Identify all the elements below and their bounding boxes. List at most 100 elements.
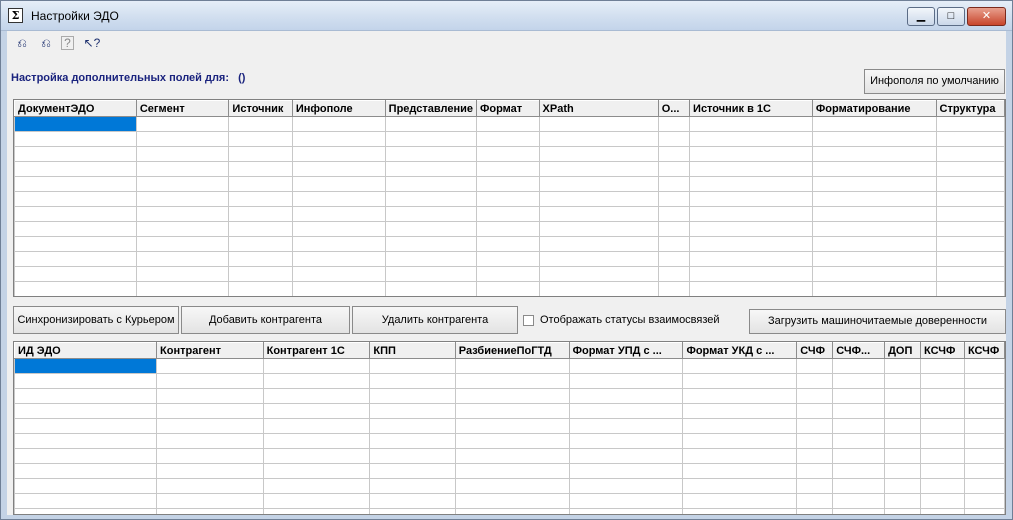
infofields-cell[interactable]	[657, 236, 691, 252]
counterparties-cell[interactable]	[884, 478, 921, 494]
delete-counterparty-button[interactable]: Удалить контрагента	[352, 306, 518, 334]
counterparties-cell[interactable]	[884, 418, 921, 434]
infofields-cell[interactable]	[538, 176, 659, 192]
infofields-cell[interactable]	[14, 116, 137, 132]
infofields-cell[interactable]	[384, 206, 477, 222]
counterparties-cell[interactable]	[14, 403, 158, 419]
counterparties-cell[interactable]	[454, 448, 570, 464]
infofields-cell[interactable]	[228, 236, 293, 252]
add-counterparty-button[interactable]: Добавить контрагента	[181, 306, 350, 334]
counterparties-cell[interactable]	[369, 358, 456, 374]
infofields-row[interactable]	[14, 251, 1005, 267]
counterparties-cell[interactable]	[682, 358, 798, 374]
counterparties-cell[interactable]	[262, 433, 371, 449]
counterparties-cell[interactable]	[262, 448, 371, 464]
infofields-row[interactable]	[14, 206, 1005, 222]
infofields-cell[interactable]	[657, 266, 691, 282]
counterparties-cell[interactable]	[832, 433, 886, 449]
infofields-cell[interactable]	[811, 206, 937, 222]
counterparties-cell[interactable]	[156, 433, 264, 449]
infofields-row[interactable]	[14, 116, 1005, 132]
infofields-cell[interactable]	[935, 236, 1005, 252]
infofields-row[interactable]	[14, 146, 1005, 162]
counterparties-cell[interactable]	[14, 418, 158, 434]
counterparties-cell[interactable]	[156, 508, 264, 514]
counterparties-cell[interactable]	[920, 418, 965, 434]
counterparties-cell[interactable]	[920, 388, 965, 404]
counterparties-cell[interactable]	[156, 478, 264, 494]
counterparties-cell[interactable]	[796, 403, 834, 419]
infofields-cell[interactable]	[384, 161, 477, 177]
infofields-row[interactable]	[14, 191, 1005, 207]
counterparties-cell[interactable]	[369, 418, 456, 434]
counterparties-cell[interactable]	[832, 358, 886, 374]
counterparties-cell[interactable]	[568, 448, 684, 464]
infofields-cell[interactable]	[228, 176, 293, 192]
infofields-cell[interactable]	[689, 266, 813, 282]
infofields-cell[interactable]	[228, 161, 293, 177]
counterparties-column-header[interactable]: Контрагент 1С	[262, 342, 371, 359]
counterparties-cell[interactable]	[568, 373, 684, 389]
counterparties-cell[interactable]	[14, 478, 158, 494]
counterparties-cell[interactable]	[884, 448, 921, 464]
infofields-row[interactable]	[15, 297, 1005, 298]
infofields-cell[interactable]	[690, 297, 813, 298]
infofields-cell[interactable]	[14, 191, 137, 207]
counterparties-cell[interactable]	[262, 493, 371, 509]
infofields-cell[interactable]	[538, 131, 659, 147]
infofields-cell[interactable]	[657, 281, 691, 296]
infofields-cell[interactable]	[228, 206, 293, 222]
infofields-cell[interactable]	[475, 161, 540, 177]
counterparties-cell[interactable]	[963, 358, 1005, 374]
infofields-cell[interactable]	[689, 116, 813, 132]
infofields-cell[interactable]	[135, 191, 230, 207]
infofields-cell[interactable]	[935, 161, 1005, 177]
infofields-cell[interactable]	[539, 297, 658, 298]
counterparties-cell[interactable]	[156, 358, 264, 374]
counterparties-row[interactable]	[14, 358, 1005, 374]
counterparties-cell[interactable]	[369, 403, 456, 419]
infofields-cell[interactable]	[658, 297, 689, 298]
infofields-cell[interactable]	[384, 236, 477, 252]
infofields-cell[interactable]	[384, 176, 477, 192]
counterparties-cell[interactable]	[369, 388, 456, 404]
counterparties-cell[interactable]	[156, 448, 264, 464]
infofields-column-header[interactable]: Инфополе	[291, 100, 386, 117]
infofields-cell[interactable]	[475, 281, 540, 296]
counterparties-cell[interactable]	[832, 373, 886, 389]
counterparties-cell[interactable]	[963, 388, 1005, 404]
infofields-column-header[interactable]: Источник	[228, 100, 293, 117]
counterparties-cell[interactable]	[262, 463, 371, 479]
counterparties-grid[interactable]: ИД ЭДО Контрагент Контрагент 1С КПП Разбиени…	[13, 341, 1006, 515]
infofields-cell[interactable]	[538, 191, 659, 207]
infofields-column-header[interactable]: Сегмент	[135, 100, 230, 117]
infofields-cell[interactable]	[689, 146, 813, 162]
infofields-cell[interactable]	[135, 146, 230, 162]
counterparties-cell[interactable]	[920, 448, 965, 464]
infofields-cell[interactable]	[135, 116, 230, 132]
infofields-cell[interactable]	[689, 236, 813, 252]
counterparties-cell[interactable]	[262, 388, 371, 404]
infofields-cell[interactable]	[291, 176, 386, 192]
restore-settings-icon[interactable]: ⎌	[13, 34, 31, 52]
maximize-button[interactable]: □	[937, 7, 965, 26]
infofields-cell[interactable]	[657, 191, 691, 207]
counterparties-cell[interactable]	[454, 463, 570, 479]
infofields-cell[interactable]	[935, 191, 1005, 207]
infofields-cell[interactable]	[228, 116, 293, 132]
counterparties-cell[interactable]	[796, 358, 834, 374]
counterparties-cell[interactable]	[156, 418, 264, 434]
counterparties-cell[interactable]	[832, 403, 886, 419]
counterparties-cell[interactable]	[920, 508, 965, 514]
infofields-cell[interactable]	[14, 146, 137, 162]
infofields-cell[interactable]	[135, 206, 230, 222]
counterparties-cell[interactable]	[14, 463, 158, 479]
title-bar[interactable]: Σ Настройки ЭДО ▁ □ ✕	[1, 1, 1012, 31]
infofields-cell[interactable]	[689, 131, 813, 147]
counterparties-cell[interactable]	[884, 388, 921, 404]
counterparties-cell[interactable]	[369, 493, 456, 509]
infofields-cell[interactable]	[135, 161, 230, 177]
infofields-cell[interactable]	[291, 206, 386, 222]
counterparties-row[interactable]	[14, 418, 1005, 434]
infofields-cell[interactable]	[811, 176, 937, 192]
